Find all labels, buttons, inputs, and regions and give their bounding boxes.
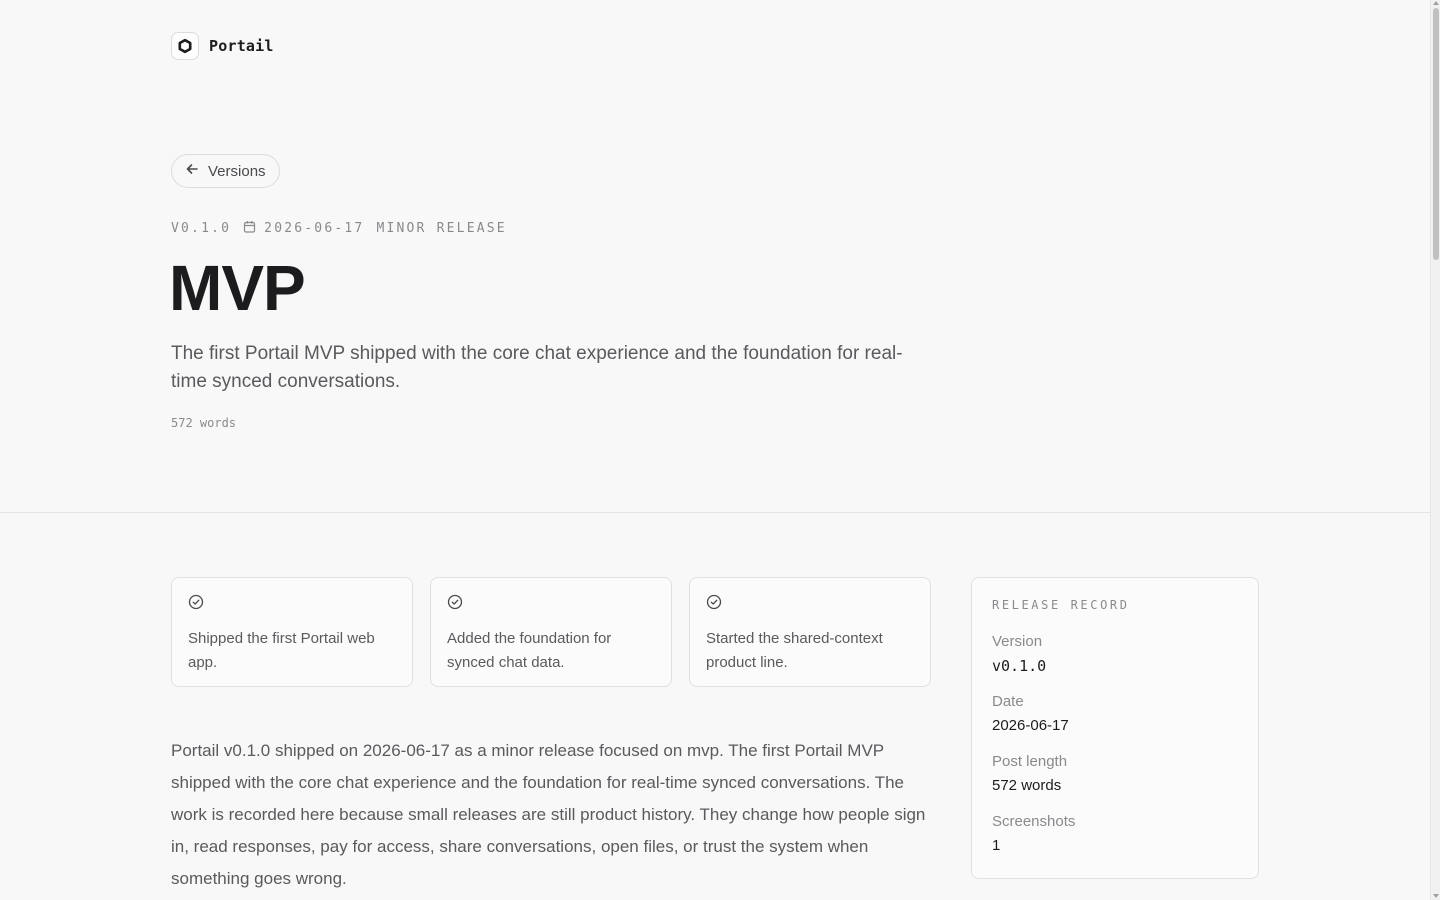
highlight-text: Added the foundation for synced chat dat… — [447, 630, 612, 671]
brand-name: Portail — [209, 37, 274, 55]
highlight-cards: Shipped the first Portail web app. Added… — [171, 577, 931, 687]
scrollbar-thumb[interactable] — [1433, 8, 1439, 260]
record-label: Date — [992, 693, 1024, 710]
back-to-versions-button[interactable]: Versions — [171, 154, 280, 188]
record-post-length: Post length 572 words — [992, 752, 1238, 796]
scroll-up-arrow-icon[interactable] — [1433, 1, 1439, 5]
highlight-text: Shipped the first Portail web app. — [188, 630, 375, 671]
release-record-heading: RELEASE RECORD — [992, 598, 1130, 612]
release-date: 2026-06-17 — [243, 220, 364, 237]
record-value: v0.1.0 — [992, 657, 1047, 675]
check-circle-icon — [447, 594, 463, 614]
record-value: 2026-06-17 — [992, 717, 1069, 734]
release-meta: V0.1.0 2026-06-17 MINOR RELEASE — [171, 220, 507, 237]
section-divider — [0, 512, 1430, 513]
check-circle-icon — [706, 594, 722, 614]
release-version: V0.1.0 — [171, 221, 232, 236]
record-value: 572 words — [992, 777, 1062, 794]
record-version: Version v0.1.0 — [992, 632, 1238, 676]
page-title: MVP — [169, 252, 306, 324]
release-type: MINOR RELEASE — [376, 221, 507, 236]
word-count: 572 words — [171, 416, 237, 430]
record-label: Post length — [992, 753, 1068, 770]
brand[interactable]: Portail — [171, 32, 274, 60]
highlight-text: Started the shared-context product line. — [706, 630, 883, 671]
release-record-panel: RELEASE RECORD Version v0.1.0 Date 2026-… — [971, 577, 1259, 879]
record-label: Version — [992, 633, 1043, 650]
arrow-left-icon — [185, 162, 199, 181]
back-button-label: Versions — [208, 162, 266, 180]
calendar-icon — [243, 220, 256, 237]
record-date: Date 2026-06-17 — [992, 692, 1238, 736]
release-date-text: 2026-06-17 — [264, 221, 365, 236]
highlight-card: Shipped the first Portail web app. — [171, 577, 413, 687]
scroll-down-arrow-icon[interactable] — [1433, 894, 1439, 898]
portail-logo-icon — [171, 32, 199, 60]
highlight-card: Started the shared-context product line. — [689, 577, 931, 687]
release-body-paragraph: Portail v0.1.0 shipped on 2026-06-17 as … — [171, 741, 926, 888]
vertical-scrollbar[interactable] — [1430, 0, 1440, 900]
release-summary: The first Portail MVP shipped with the c… — [171, 343, 903, 392]
record-label: Screenshots — [992, 813, 1076, 830]
record-value: 1 — [992, 837, 1001, 854]
record-screenshots: Screenshots 1 — [992, 812, 1238, 856]
highlight-card: Added the foundation for synced chat dat… — [430, 577, 672, 687]
check-circle-icon — [188, 594, 204, 614]
